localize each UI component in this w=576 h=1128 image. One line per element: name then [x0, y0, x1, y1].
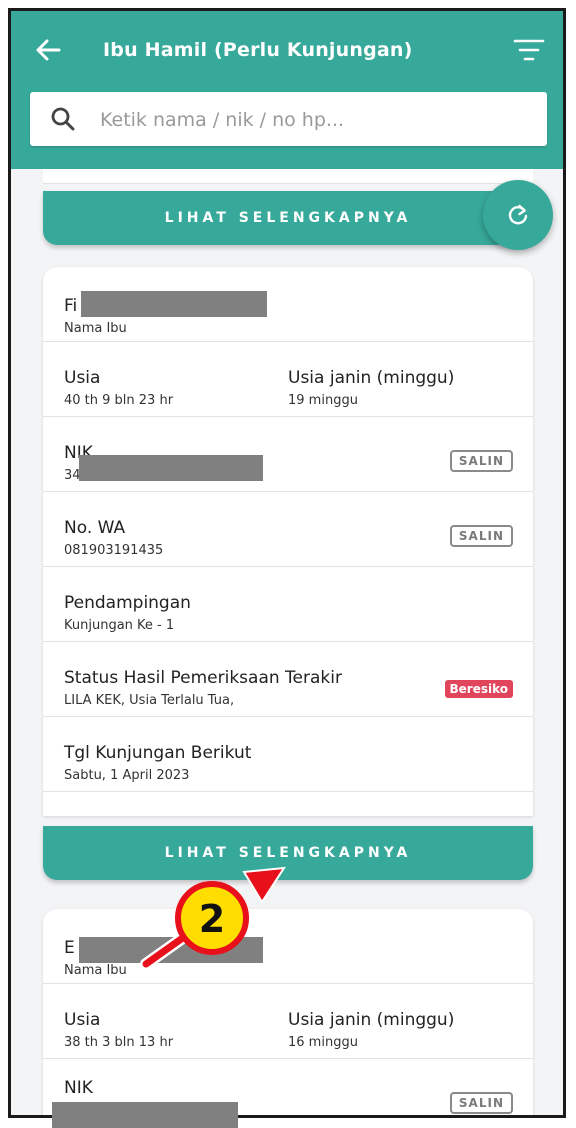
nik-label: NIK: [64, 1078, 93, 1098]
filter-icon[interactable]: [513, 37, 545, 63]
whatsapp-label: No. WA: [64, 518, 126, 538]
refresh-icon: [508, 204, 528, 225]
see-more-button[interactable]: LIHAT SELENGKAPNYA: [43, 191, 533, 245]
redaction-block: [81, 291, 267, 317]
gestational-age-value: 19 minggu: [288, 393, 358, 408]
redaction-block: [52, 1102, 238, 1128]
next-visit-label: Tgl Kunjungan Berikut: [64, 743, 252, 763]
gestational-age-label: Usia janin (minggu): [288, 1010, 455, 1030]
name-row: Fi Nama Ibu: [43, 267, 533, 342]
copy-nik-button[interactable]: SALIN: [449, 450, 513, 472]
mother-card: Fi Nama Ibu Usia 40 th 9 bln 23 hr Usia …: [43, 267, 533, 816]
copy-whatsapp-button[interactable]: SALIN: [449, 525, 513, 547]
app-header: Ibu Hamil (Perlu Kunjungan): [11, 11, 563, 169]
search-icon: [51, 107, 75, 131]
assistance-value: Kunjungan Ke - 1: [64, 618, 175, 633]
exam-status-row: Status Hasil Pemeriksaan Terakir LILA KE…: [43, 642, 533, 717]
age-value: 40 th 9 bln 23 hr: [64, 393, 174, 408]
whatsapp-row: No. WA 081903191435 SALIN: [43, 492, 533, 567]
previous-card-remnant: [43, 169, 533, 184]
redaction-block: [79, 455, 263, 481]
age-value: 38 th 3 bln 13 hr: [64, 1035, 174, 1050]
age-label: Usia: [64, 368, 101, 388]
risk-badge: Beresiko: [444, 680, 513, 698]
age-label: Usia: [64, 1010, 101, 1030]
search-bar: [30, 92, 547, 146]
whatsapp-value: 081903191435: [64, 543, 164, 558]
exam-status-label: Status Hasil Pemeriksaan Terakir: [64, 668, 342, 688]
assistance-label: Pendampingan: [64, 593, 191, 613]
age-row: Usia 38 th 3 bln 13 hr Usia janin (mingg…: [43, 984, 533, 1059]
card-spacer: [43, 792, 533, 816]
redaction-block: [79, 937, 263, 963]
name-caption: Nama Ibu: [64, 963, 127, 978]
next-visit-value: Sabtu, 1 April 2023: [64, 768, 190, 783]
page-title: Ibu Hamil (Perlu Kunjungan): [103, 39, 413, 61]
copy-nik-button[interactable]: SALIN: [449, 1092, 513, 1114]
mother-card: E Nama Ibu Usia 38 th 3 bln 13 hr Usia j…: [43, 909, 533, 1115]
search-input[interactable]: [98, 100, 532, 140]
next-visit-row: Tgl Kunjungan Berikut Sabtu, 1 April 202…: [43, 717, 533, 792]
phone-screen: Ibu Hamil (Perlu Kunjungan) LIHAT SELENG…: [8, 8, 566, 1118]
mother-name: Fi: [64, 296, 78, 316]
nik-row: NIK 34 SALIN: [43, 417, 533, 492]
refresh-button[interactable]: [483, 180, 553, 250]
assistance-row: Pendampingan Kunjungan Ke - 1: [43, 567, 533, 642]
mother-name: E: [64, 938, 75, 958]
exam-status-value: LILA KEK, Usia Terlalu Tua,: [64, 693, 235, 708]
see-more-button[interactable]: LIHAT SELENGKAPNYA: [43, 826, 533, 880]
name-row: E Nama Ibu: [43, 909, 533, 984]
age-row: Usia 40 th 9 bln 23 hr Usia janin (mingg…: [43, 342, 533, 417]
name-caption: Nama Ibu: [64, 321, 127, 336]
gestational-age-value: 16 minggu: [288, 1035, 358, 1050]
back-arrow-icon[interactable]: [33, 35, 63, 65]
gestational-age-label: Usia janin (minggu): [288, 368, 455, 388]
